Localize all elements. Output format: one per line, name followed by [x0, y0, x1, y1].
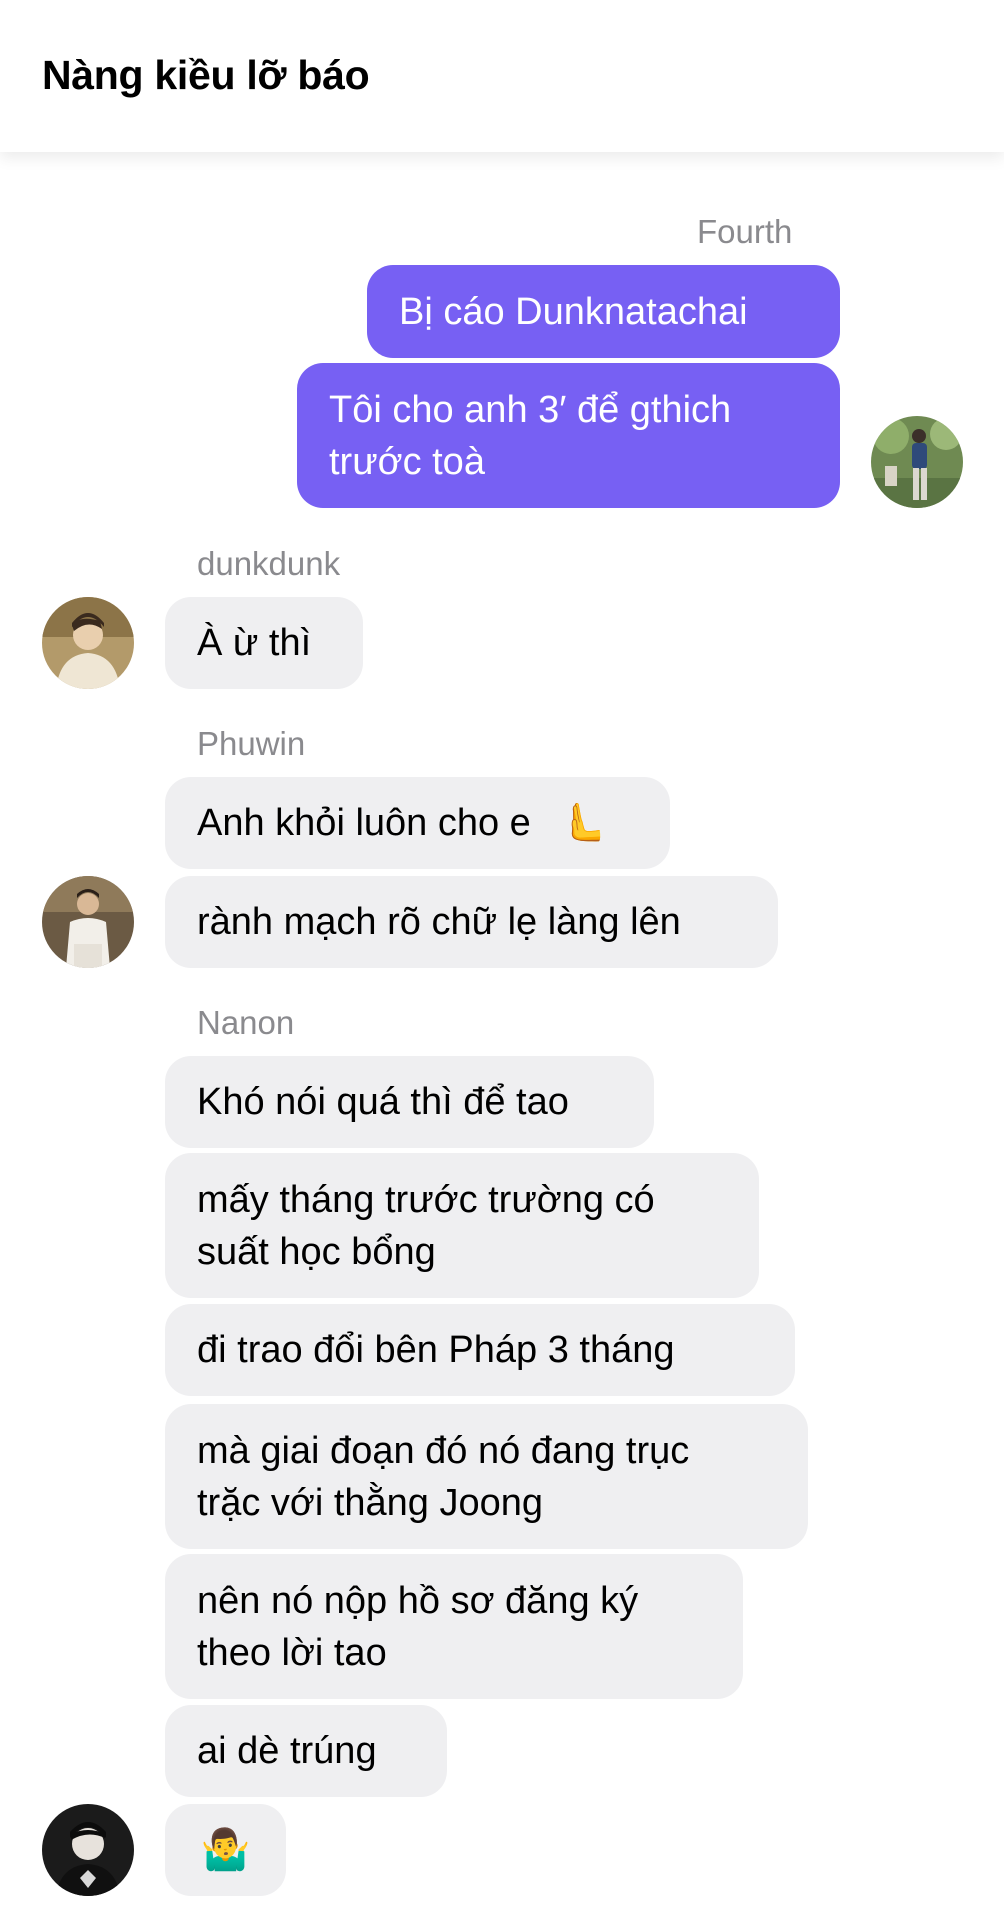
sender-name-nanon: Nanon [197, 1004, 295, 1041]
message-text: đi trao đổi bên Pháp 3 tháng [197, 1329, 675, 1371]
sender-name-phuwin: Phuwin [197, 725, 306, 762]
message-text: Tôi cho anh 3′ để gthich [329, 388, 732, 431]
message-bubble[interactable]: 🤷‍♂️ [165, 1804, 286, 1896]
message-bubble[interactable]: Anh khỏi luôn cho e 🫷 [165, 777, 670, 869]
message-text: suất học bổng [197, 1230, 436, 1273]
message-text: trặc với thằng Joong [197, 1481, 544, 1524]
message-text: rành mạch rõ chữ lẹ làng lên [197, 901, 681, 943]
message-bubble[interactable]: ai dè trúng [165, 1705, 447, 1797]
message-bubble[interactable]: Khó nói quá thì để tao [165, 1056, 654, 1148]
message-text: À ừ thì [197, 622, 312, 664]
sender-name-fourth: Fourth [697, 213, 793, 250]
sender-name-dunkdunk: dunkdunk [197, 545, 341, 582]
message-bubble[interactable]: đi trao đổi bên Pháp 3 tháng [165, 1304, 795, 1396]
message-text: Bị cáo Dunknatachai [399, 290, 748, 333]
message-text-part: Anh khỏi luôn cho e [197, 802, 531, 844]
message-text: theo lời tao [197, 1631, 387, 1674]
avatar-nanon[interactable] [42, 1804, 134, 1896]
message-text: Khó nói quá thì để tao [197, 1081, 569, 1123]
message-text: mấy tháng trước trường có [197, 1178, 655, 1221]
message-bubble[interactable]: Tôi cho anh 3′ để gthich trước toà [297, 363, 840, 508]
message-bubble[interactable]: À ừ thì [165, 597, 363, 689]
message-bubble[interactable]: rành mạch rõ chữ lẹ làng lên [165, 876, 778, 968]
palm-hand-emoji: 🫷 [559, 802, 607, 844]
message-bubble[interactable]: nên nó nộp hồ sơ đăng ký theo lời tao [165, 1554, 743, 1699]
message-text: mà giai đoạn đó nó đang trục [197, 1429, 690, 1472]
message-text: nên nó nộp hồ sơ đăng ký [197, 1579, 639, 1622]
message-text: trước toà [329, 440, 485, 483]
message-text: Anh khỏi luôn cho e 🫷 [197, 797, 638, 849]
avatar-fourth[interactable] [871, 416, 963, 508]
message-text: ai dè trúng [197, 1730, 377, 1772]
chat-title[interactable]: Nàng kiều lỡ báo [42, 52, 370, 99]
chat-header: Nàng kiều lỡ báo [0, 0, 1004, 152]
avatar-phuwin[interactable] [42, 876, 134, 968]
message-bubble[interactable]: mà giai đoạn đó nó đang trục trặc với th… [165, 1404, 808, 1549]
person-shrugging-emoji: 🤷‍♂️ [200, 1828, 251, 1872]
message-bubble[interactable]: Bị cáo Dunknatachai [367, 265, 840, 358]
avatar-dunkdunk[interactable] [42, 597, 134, 689]
message-bubble[interactable]: mấy tháng trước trường có suất học bổng [165, 1153, 759, 1298]
